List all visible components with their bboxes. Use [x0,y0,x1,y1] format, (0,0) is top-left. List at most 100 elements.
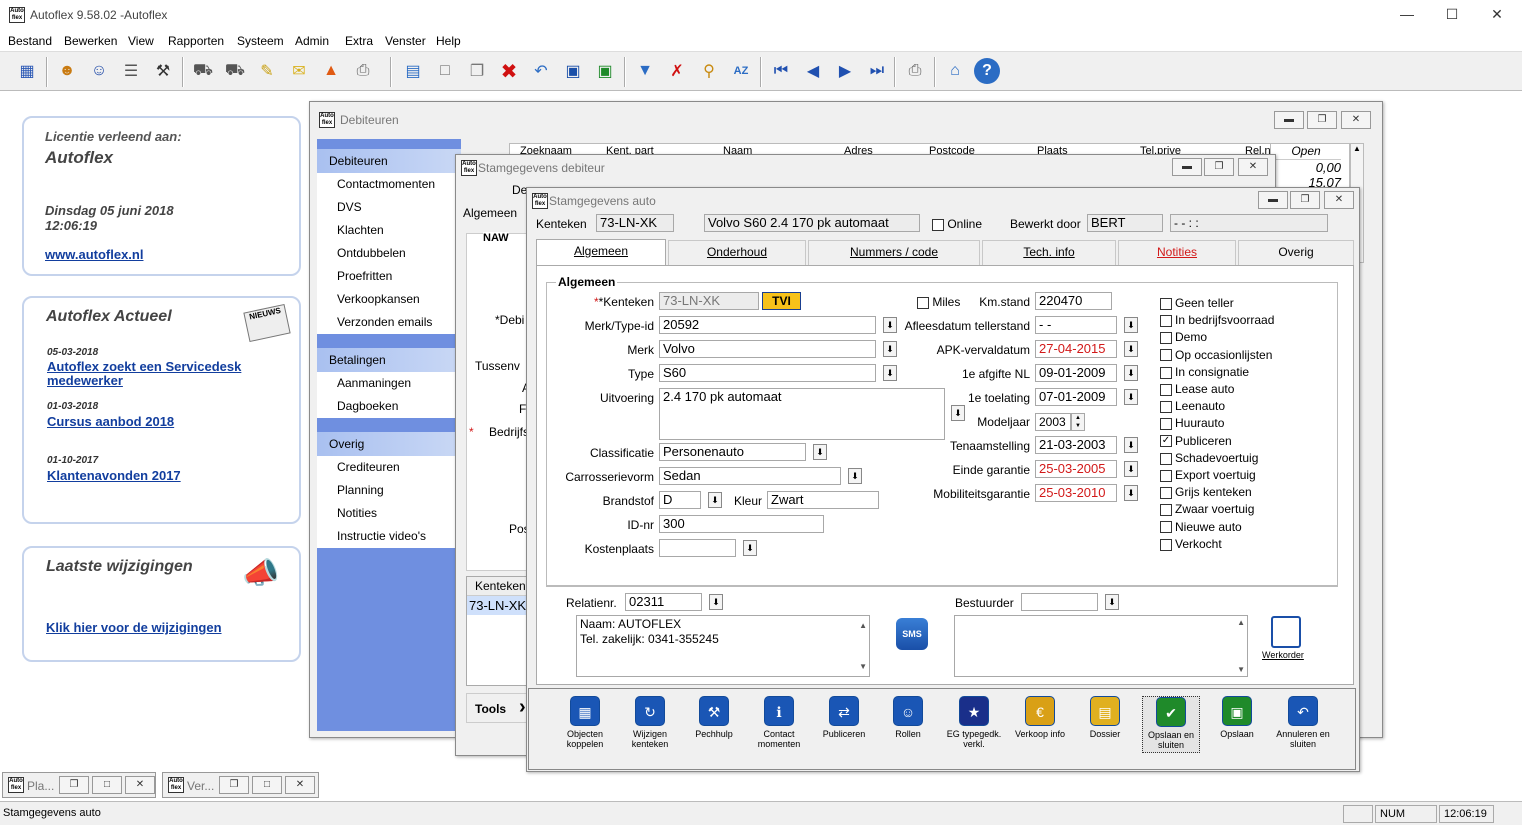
first-record-icon[interactable]: ⏮ [768,58,794,84]
checkbox-zwaar-voertuig[interactable]: Zwaar voertuig [1160,502,1254,516]
filter-icon[interactable]: ▼ [632,58,658,84]
action-dossier-button[interactable]: ▤ Dossier [1076,696,1134,739]
nav-head-debiteuren[interactable]: Debiteuren [317,149,461,173]
menu-help[interactable]: Help [436,34,461,48]
menu-systeem[interactable]: Systeem [237,34,284,48]
garantie-dropdown-icon[interactable]: ⬇ [1124,461,1138,477]
tab-onderhoud[interactable]: Onderhoud [668,240,806,265]
kostenplaats-dropdown-icon[interactable]: ⬇ [743,540,757,556]
bestuurder-scroll-down-icon[interactable]: ▼ [1237,665,1245,674]
action-publiceren-button[interactable]: ⇄ Publiceren [815,696,873,739]
menu-view[interactable]: View [128,34,154,48]
search-icon[interactable]: ⚲ [696,58,722,84]
garantie-field[interactable]: 25-03-2005 [1035,460,1117,478]
car-icon[interactable]: ⛟ [190,58,216,84]
afgifte-dropdown-icon[interactable]: ⬇ [1124,365,1138,381]
col-open[interactable]: Open [1271,144,1341,160]
nav-head-overig[interactable]: Overig [317,432,461,456]
nav-dvs[interactable]: DVS [317,196,461,219]
nav-verkoopkansen[interactable]: Verkoopkansen [317,288,461,311]
tab-algemeen[interactable]: Algemeen [536,239,666,266]
tenaamstelling-dropdown-icon[interactable]: ⬇ [1124,437,1138,453]
mobiliteit-field[interactable]: 25-03-2010 [1035,484,1117,502]
bestuurder-scroll-up-icon[interactable]: ▲ [1237,618,1245,627]
nav-verzonden-emails[interactable]: Verzonden emails [317,311,461,334]
tab-nummers-code[interactable]: Nummers / code [808,240,980,265]
action-eg-typegedk-verkl--button[interactable]: ★ EG typegedk. verkl. [945,696,1003,749]
task2-maximize-icon[interactable]: □ [252,776,282,794]
checkbox-box[interactable] [1160,504,1172,517]
minimized-window-verkoop[interactable]: Auto flex Ver... ❐ □ ✕ [162,772,319,798]
checkbox-box[interactable] [1160,332,1172,345]
task1-close-icon[interactable]: ✕ [125,776,155,794]
action-rollen-button[interactable]: ☺ Rollen [879,696,937,739]
checkbox-grijs-kenteken[interactable]: Grijs kenteken [1160,485,1252,499]
stam-debiteur-close-icon[interactable]: ✕ [1238,158,1268,176]
werkorder-label[interactable]: Werkorder [1262,650,1304,660]
filter-clear-icon[interactable]: ✗ [664,58,690,84]
checkbox-publiceren[interactable]: ✓ Publiceren [1160,434,1232,448]
next-record-icon[interactable]: ▶ [832,58,858,84]
task2-restore-icon[interactable]: ❐ [219,776,249,794]
action-annuleren-en-sluiten-button[interactable]: ↶ Annuleren en sluiten [1274,696,1332,749]
modeljaar-spinner[interactable]: ▲ ▼ [1071,413,1085,431]
minimize-icon[interactable]: — [1392,6,1422,22]
nav-klachten[interactable]: Klachten [317,219,461,242]
undo-icon[interactable]: ↶ [528,58,554,84]
idnr-field[interactable]: 300 [659,515,824,533]
checkbox-box[interactable] [1160,383,1172,396]
bestuurder-dropdown-icon[interactable]: ⬇ [1105,594,1119,610]
afleesdatum-dropdown-icon[interactable]: ⬇ [1124,317,1138,333]
users-icon[interactable]: ☻ [54,58,80,84]
checkbox-box[interactable] [1160,469,1172,482]
debiteuren-close-icon[interactable]: ✕ [1341,111,1371,129]
printer-icon[interactable]: ⎙ [902,58,928,84]
task2-close-icon[interactable]: ✕ [285,776,315,794]
tvi-badge[interactable]: TVI [762,292,801,310]
checkbox-box[interactable] [1160,297,1172,310]
merk-field[interactable]: Volvo [659,340,876,358]
stam-auto-close-icon[interactable]: ✕ [1324,191,1354,209]
kenteken-list-row[interactable]: 73-LN-XK [467,596,530,615]
stam-debiteur-tab-algemeen[interactable]: Algemeen [463,206,517,220]
toelating-field[interactable]: 07-01-2009 [1035,388,1117,406]
delete-icon[interactable]: ✖ [496,58,522,84]
news-link-3[interactable]: Klantenavonden 2017 [47,468,181,483]
action-opslaan-en-sluiten-button[interactable]: ✔ Opslaan en sluiten [1142,696,1200,753]
print-icon[interactable]: ⎙ [350,58,376,84]
stam-auto-restore-icon[interactable]: ❐ [1290,191,1320,209]
nav-notities[interactable]: Notities [317,502,461,525]
relatie-scroll-up-icon[interactable]: ▲ [859,618,867,633]
nav-crediteuren[interactable]: Crediteuren [317,456,461,479]
action-objecten-koppelen-button[interactable]: ▦ Objecten koppelen [556,696,614,749]
tab-notities[interactable]: Notities [1118,240,1236,265]
action-pechhulp-button[interactable]: ⚒ Pechhulp [685,696,743,739]
carrosserie-field[interactable]: Sedan [659,467,841,485]
checkbox-box[interactable] [1160,315,1172,328]
checkbox-box[interactable] [1160,418,1172,431]
checkbox-export-voertuig[interactable]: Export voertuig [1160,468,1256,482]
classificatie-dropdown-icon[interactable]: ⬇ [813,444,827,460]
toelating-dropdown-icon[interactable]: ⬇ [1124,389,1138,405]
tools-button[interactable]: Tools › [466,693,531,723]
nav-planning[interactable]: Planning [317,479,461,502]
help-icon[interactable]: ? [974,58,1000,84]
checkbox-geen-teller[interactable]: Geen teller [1160,296,1234,310]
online-checkbox[interactable]: Online [932,217,982,231]
stam-debiteur-minimize-icon[interactable]: ▬ [1172,158,1202,176]
action-contact-momenten-button[interactable]: ℹ Contact momenten [750,696,808,749]
checkbox-box[interactable] [1160,521,1172,534]
tenaamstelling-field[interactable]: 21-03-2003 [1035,436,1117,454]
last-record-icon[interactable]: ⏭ [864,58,890,84]
mobiliteit-dropdown-icon[interactable]: ⬇ [1124,485,1138,501]
home-icon[interactable]: ⌂ [942,58,968,84]
clipboard-icon[interactable]: ✎ [254,58,280,84]
checkbox-box[interactable] [1160,349,1172,362]
folder-icon[interactable]: ▲ [318,58,344,84]
new-doc-icon[interactable]: □ [432,58,458,84]
checkbox-huurauto[interactable]: Huurauto [1160,416,1224,430]
tools-icon[interactable]: ⚒ [150,58,176,84]
checkbox-demo[interactable]: Demo [1160,330,1207,344]
tab-tech-info[interactable]: Tech. info [982,240,1116,265]
close-icon[interactable]: ✕ [1482,6,1512,23]
